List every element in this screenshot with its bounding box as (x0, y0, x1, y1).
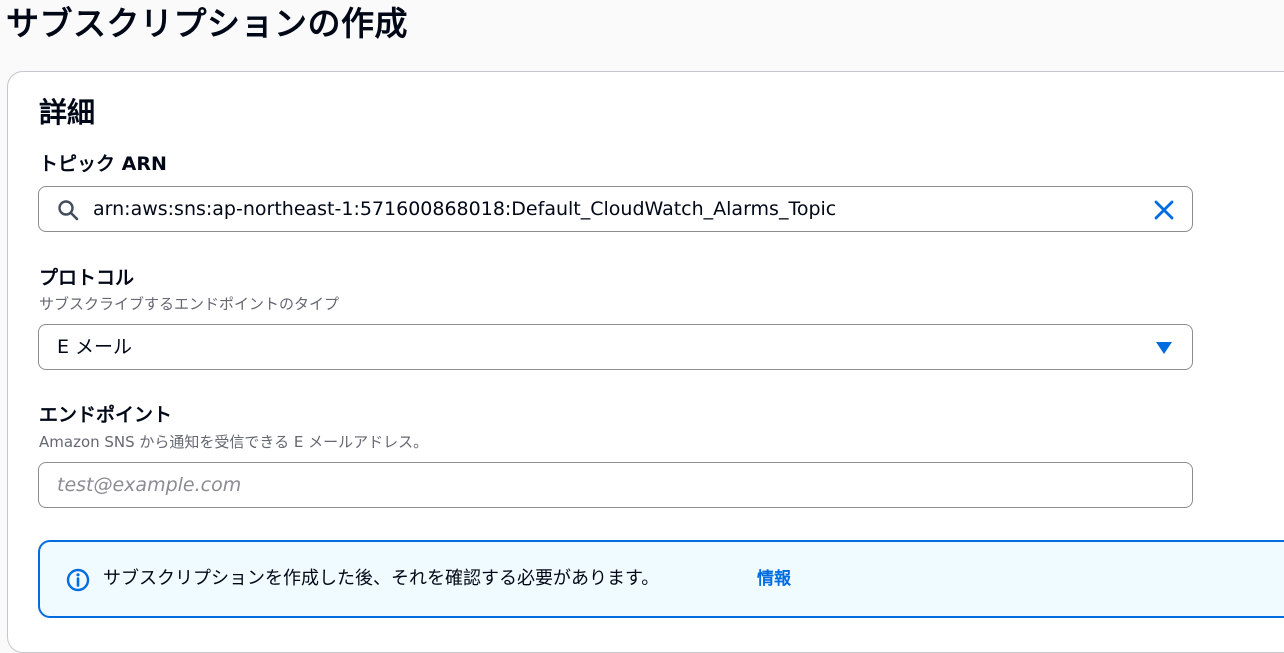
protocol-label: プロトコル (39, 267, 135, 289)
protocol-select[interactable]: E メール (38, 324, 1193, 370)
close-icon[interactable] (1152, 198, 1176, 222)
endpoint-input[interactable]: test@example.com (38, 462, 1193, 508)
endpoint-description: Amazon SNS から通知を受信できる E メールアドレス。 (39, 433, 429, 451)
search-icon (58, 200, 79, 221)
info-link[interactable]: 情報 (757, 542, 791, 616)
protocol-description: サブスクライブするエンドポイントのタイプ (39, 295, 340, 313)
alert-message: サブスクリプションを作成した後、それを確認する必要があります。 (103, 568, 660, 589)
info-icon (66, 568, 90, 592)
endpoint-placeholder: test@example.com (57, 474, 242, 496)
topic-arn-autosuggest[interactable]: arn:aws:sns:ap-northeast-1:571600868018:… (38, 186, 1193, 232)
endpoint-label: エンドポイント (39, 404, 173, 426)
info-alert: サブスクリプションを作成した後、それを確認する必要があります。 情報 (38, 540, 1284, 618)
topic-arn-label: トピック ARN (39, 153, 167, 175)
topic-arn-input[interactable]: arn:aws:sns:ap-northeast-1:571600868018:… (93, 187, 836, 231)
page-title: サブスクリプションの作成 (6, 4, 408, 43)
caret-down-icon (1156, 342, 1172, 354)
protocol-selected-value: E メール (57, 336, 133, 358)
section-title: 詳細 (39, 96, 96, 129)
